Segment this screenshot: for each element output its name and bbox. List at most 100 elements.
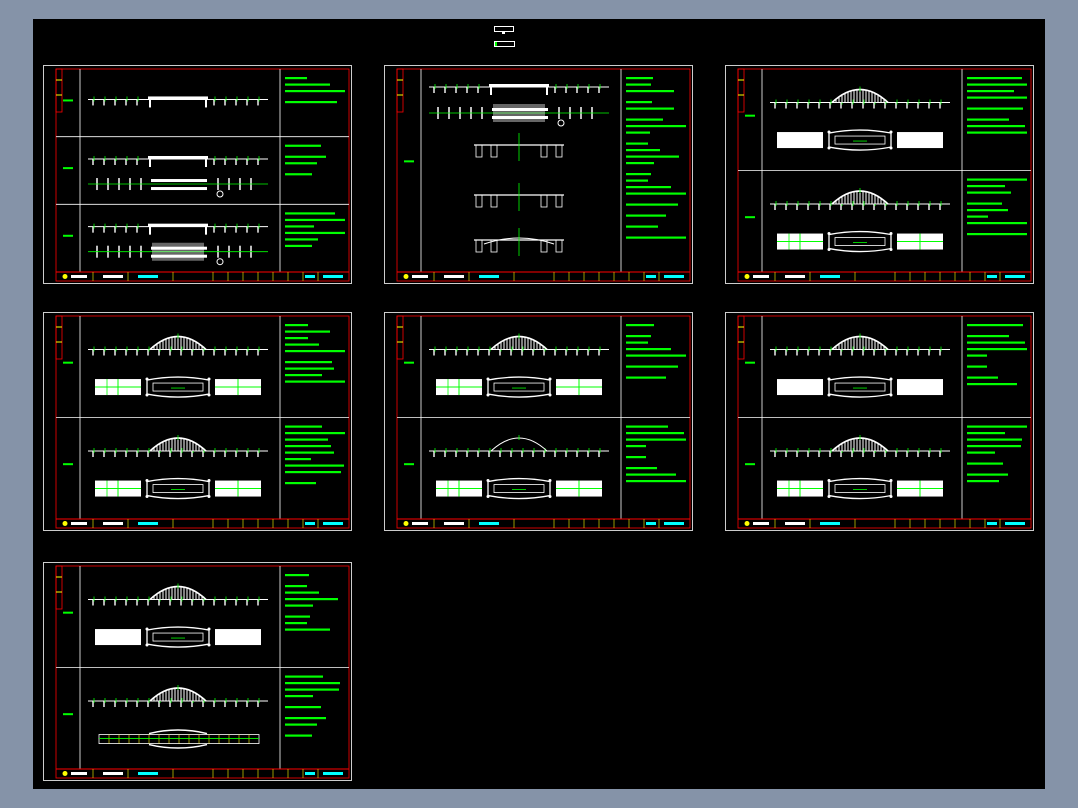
logo-icon — [62, 274, 68, 279]
section-column — [475, 239, 483, 253]
title-text — [103, 772, 123, 775]
girder — [148, 96, 208, 100]
title-text — [1005, 275, 1025, 278]
title-text — [753, 522, 769, 525]
bearing — [889, 495, 893, 499]
note-text — [626, 179, 648, 182]
revision-box — [396, 68, 404, 113]
revision-box — [55, 565, 63, 610]
layout-indicator[interactable] — [494, 41, 515, 47]
note-text — [967, 107, 1023, 110]
title-text — [479, 275, 499, 278]
note-text — [626, 101, 652, 104]
note-text — [626, 432, 684, 435]
title-text — [323, 275, 343, 278]
row-label — [745, 463, 755, 466]
sheet-drawing — [725, 312, 1034, 531]
note-text — [285, 218, 345, 222]
note-text — [285, 337, 308, 340]
title-text — [1005, 522, 1025, 525]
bearing — [207, 393, 211, 397]
drawing-sheet-5[interactable] — [384, 312, 693, 531]
bearing — [145, 643, 149, 647]
note-text — [967, 222, 1027, 225]
note-text — [285, 734, 312, 737]
deck-outline — [152, 382, 204, 392]
note-text — [626, 438, 686, 441]
bearing — [548, 377, 552, 381]
note-text — [626, 173, 651, 176]
note-text — [626, 125, 686, 128]
title-text — [785, 275, 805, 278]
detail-callout — [216, 258, 224, 266]
revision-box — [55, 315, 63, 360]
title-text — [138, 275, 158, 278]
sheet-drawing — [384, 65, 693, 284]
bearing — [207, 627, 211, 631]
bearing — [207, 377, 211, 381]
note-text — [285, 212, 335, 215]
note-text — [285, 367, 334, 370]
note-text — [626, 142, 648, 145]
title-text — [444, 522, 464, 525]
deck-outline — [152, 632, 204, 642]
bearing — [145, 479, 149, 483]
note-text — [967, 215, 988, 218]
note-text — [626, 236, 686, 239]
title-text — [664, 522, 684, 525]
bearing — [145, 495, 149, 499]
note-text — [285, 90, 345, 93]
note-text — [626, 225, 658, 228]
note-text — [285, 374, 322, 377]
note-text — [967, 125, 1025, 128]
title-text — [820, 275, 840, 278]
title-text — [646, 522, 656, 525]
section-column — [475, 194, 483, 208]
section-column — [490, 194, 498, 208]
note-text — [967, 77, 1022, 80]
arch-plan — [146, 626, 210, 648]
detail-callout — [216, 190, 224, 198]
bearing — [889, 232, 893, 236]
note-text — [967, 185, 1005, 188]
section-column — [555, 144, 563, 158]
logo-icon — [403, 521, 409, 526]
title-text — [103, 275, 123, 278]
note-text — [626, 324, 654, 327]
row-label — [745, 114, 755, 117]
note-text — [626, 456, 646, 459]
sheet-drawing — [725, 65, 1034, 284]
arch-plan — [146, 477, 210, 500]
bearing — [486, 495, 490, 499]
viewport-indicator[interactable] — [494, 26, 514, 34]
title-text — [412, 275, 428, 278]
bearing — [207, 495, 211, 499]
drawing-sheet-1[interactable] — [43, 65, 352, 284]
bearing — [889, 479, 893, 483]
bearing — [827, 146, 831, 150]
logo-icon — [62, 771, 68, 776]
note-text — [626, 149, 660, 152]
drawing-sheet-7[interactable] — [43, 562, 352, 781]
note-text — [285, 585, 307, 588]
note-text — [967, 432, 1005, 435]
row-label — [745, 361, 755, 364]
girder — [148, 223, 208, 227]
note-text — [626, 473, 676, 476]
bearing — [486, 377, 490, 381]
title-text — [444, 275, 464, 278]
approach-span-left — [777, 132, 823, 149]
deck-outline — [834, 237, 886, 246]
note-text — [967, 473, 1008, 476]
note-text — [285, 451, 334, 454]
row-label — [63, 463, 73, 466]
arch-plan — [487, 477, 551, 500]
title-text — [138, 772, 158, 775]
title-text — [785, 522, 805, 525]
drawing-sheet-2[interactable] — [384, 65, 693, 284]
drawing-sheet-3[interactable] — [725, 65, 1034, 284]
arch-plan — [828, 230, 892, 253]
drawing-sheet-6[interactable] — [725, 312, 1034, 531]
note-text — [626, 186, 671, 189]
drawing-sheet-4[interactable] — [43, 312, 352, 531]
